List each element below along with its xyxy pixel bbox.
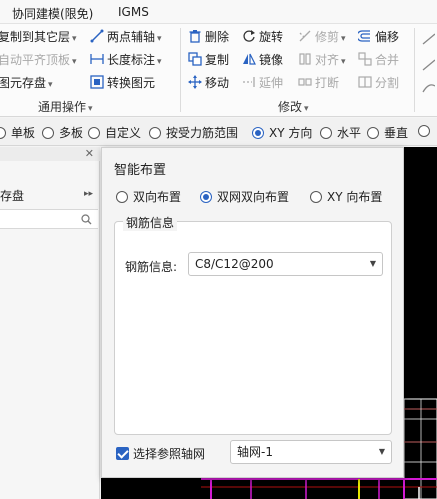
mirror-icon — [243, 53, 256, 65]
option-single-board[interactable]: 单板 — [0, 124, 35, 141]
rebar-info-group: 钢筋信息 钢筋信息: C8/C12@200 ▼ — [114, 214, 392, 435]
left-panel: ✕ 存盘 ▸▸ — [0, 147, 100, 499]
extend-button[interactable]: 延伸 — [242, 74, 283, 92]
ribbon-tabs: 协同建模(限免) IGMS — [0, 0, 437, 24]
rebar-info-group-title: 钢筋信息 — [123, 214, 178, 231]
slash-tool-icon[interactable] — [421, 58, 435, 72]
auto-align-top-button[interactable]: 自动平齐顶板 ▾ — [0, 51, 77, 69]
save-element-button[interactable]: 图元存盘 ▾ — [0, 74, 53, 92]
rotate-icon — [243, 30, 255, 42]
search-input[interactable] — [0, 209, 98, 229]
rotate-button[interactable]: 旋转 — [242, 28, 283, 46]
radio-xy-direction[interactable]: XY 向布置 — [310, 188, 382, 205]
move-icon — [188, 75, 202, 89]
line-tool-icon[interactable] — [421, 32, 435, 46]
group-label-general: 通用操作 ▾ — [38, 100, 93, 114]
option-custom[interactable]: 自定义 — [88, 124, 141, 141]
radio-bidirectional[interactable]: 双向布置 — [116, 188, 181, 205]
convert-element-button[interactable]: 转换图元 — [90, 74, 155, 92]
trim-button[interactable]: 修剪 ▾ — [298, 28, 346, 46]
delete-button[interactable]: 删除 — [188, 28, 229, 46]
mirror-button[interactable]: 镜像 — [242, 51, 283, 69]
option-xy-direction[interactable]: XY 方向 — [252, 124, 312, 141]
split-button[interactable]: 分割 — [358, 74, 399, 92]
ribbon-separator — [414, 28, 415, 112]
rebar-info-label: 钢筋信息: — [125, 260, 178, 274]
chevron-down-icon: ▼ — [369, 259, 376, 268]
smart-layout-dialog: 智能布置 双向布置 双网双向布置 XY 向布置 钢筋信息 钢筋信息: C8/C1… — [101, 147, 404, 478]
tab-collab-modeling[interactable]: 协同建模(限免) — [12, 5, 93, 22]
radio-double-net-bidirectional[interactable]: 双网双向布置 — [200, 188, 289, 205]
dialog-title: 智能布置 — [114, 163, 167, 178]
merge-icon — [358, 52, 372, 66]
group-label-modify: 修改 ▾ — [278, 100, 309, 114]
trim-icon — [299, 30, 311, 42]
ribbon: 复制到其它层 ▾ 自动平齐顶板 ▾ 图元存盘 ▾ 两点辅轴 ▾ 长度标注 ▾ 转换图元 删… — [0, 24, 437, 117]
split-icon — [358, 76, 372, 88]
tab-igms[interactable]: IGMS — [118, 5, 149, 19]
expand-arrow-icon[interactable]: ▸▸ — [84, 189, 93, 199]
convert-icon — [90, 75, 104, 89]
copy-button[interactable]: 复制 — [188, 51, 229, 69]
layout-options-bar: 单板 多板 自定义 按受力筋范围 XY 方向 水平 垂直 — [0, 118, 437, 146]
checkbox-checked-icon — [116, 447, 129, 460]
trash-icon — [189, 30, 201, 43]
left-panel-item-save[interactable]: 存盘 — [0, 187, 24, 204]
copy-icon — [188, 52, 202, 66]
copy-to-other-floor-button[interactable]: 复制到其它层 ▾ — [0, 28, 77, 46]
two-point-axis-button[interactable]: 两点辅轴 ▾ — [90, 28, 162, 46]
align-button[interactable]: 对齐 ▾ — [298, 51, 346, 69]
select-reference-axis-checkbox[interactable]: 选择参照轴网 — [116, 445, 205, 462]
align-icon — [299, 53, 311, 65]
offset-icon — [358, 30, 370, 42]
rebar-info-select[interactable]: C8/C12@200 ▼ — [188, 252, 383, 276]
option-by-stress-rebar-range[interactable]: 按受力筋范围 — [149, 124, 238, 141]
dimension-icon — [90, 54, 104, 64]
axis-grid-value: 轴网-1 — [237, 445, 273, 459]
option-more[interactable] — [418, 124, 435, 138]
close-icon[interactable]: ✕ — [85, 147, 94, 160]
offset-button[interactable]: 偏移 — [358, 28, 399, 46]
ribbon-separator — [180, 28, 181, 112]
option-vertical[interactable]: 垂直 — [367, 124, 408, 141]
option-multi-board[interactable]: 多板 — [42, 124, 83, 141]
move-button[interactable]: 移动 — [188, 74, 229, 92]
length-dimension-button[interactable]: 长度标注 ▾ — [90, 51, 162, 69]
search-icon — [81, 214, 92, 225]
break-button[interactable]: 打断 — [298, 74, 339, 92]
two-point-axis-icon — [90, 29, 104, 43]
extend-icon — [243, 77, 255, 87]
merge-button[interactable]: 合并 — [358, 51, 399, 69]
chevron-down-icon: ▼ — [378, 447, 385, 456]
break-icon — [298, 78, 312, 86]
axis-grid-select[interactable]: 轴网-1 ▼ — [230, 440, 392, 464]
curve-tool-icon[interactable] — [421, 80, 435, 94]
option-horizontal[interactable]: 水平 — [320, 124, 361, 141]
rebar-info-value: C8/C12@200 — [195, 257, 274, 271]
